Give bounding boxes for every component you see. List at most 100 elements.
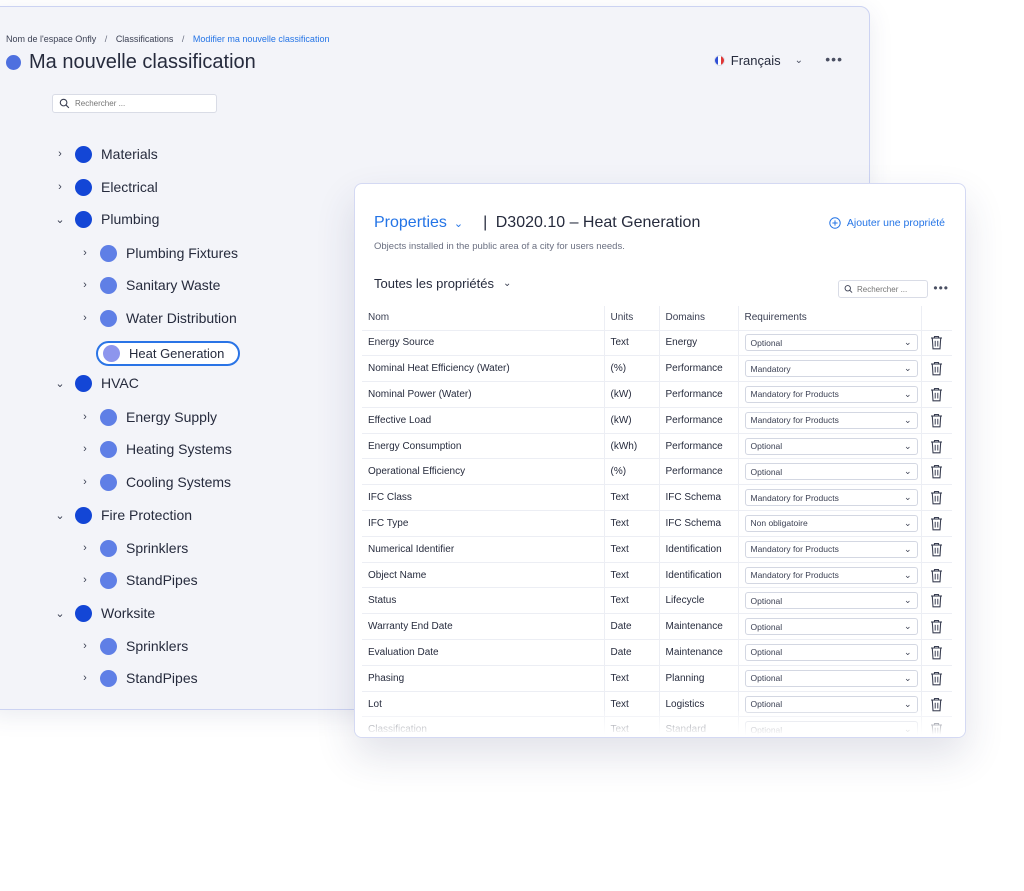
chevron-right-icon[interactable]: › — [80, 640, 90, 652]
properties-dropdown[interactable]: Properties ⌄ — [374, 214, 463, 232]
tree-node-plumbing[interactable]: ⌄ Plumbing — [55, 208, 159, 230]
requirement-select[interactable]: Non obligatoire ⌄ — [744, 514, 918, 532]
requirement-select[interactable]: Optional ⌄ — [744, 643, 918, 661]
trash-icon[interactable] — [930, 671, 943, 686]
tree-node-standpipes[interactable]: › StandPipes — [80, 667, 198, 689]
requirement-select[interactable]: Optional ⌄ — [744, 334, 918, 352]
table-row[interactable]: Energy Consumption (kWh) Performance Option… — [362, 433, 952, 460]
more-options-icon[interactable]: ••• — [825, 51, 843, 67]
table-row[interactable]: Phasing Text Planning Optional ⌄ — [362, 665, 952, 692]
trash-icon[interactable] — [930, 464, 943, 479]
breadcrumb-workspace[interactable]: Nom de l'espace Onfly — [6, 34, 96, 44]
tree-node-heat-generation[interactable]: Heat Generation — [96, 338, 241, 368]
selected-node-pill[interactable]: Heat Generation — [96, 340, 241, 366]
property-domain: Maintenance — [658, 613, 738, 641]
breadcrumb-classifications[interactable]: Classifications — [116, 34, 174, 44]
table-row[interactable]: Status Text Lifecycle Optional ⌄ — [362, 587, 952, 615]
trash-icon[interactable] — [930, 542, 943, 557]
table-row[interactable]: Evaluation Date Date Maintenance Optional ⌄ — [362, 639, 952, 666]
table-row[interactable]: Classification Text Standard Optional ⌄ — [362, 716, 952, 737]
chevron-right-icon[interactable]: › — [55, 148, 65, 160]
requirement-select[interactable]: Mandatory for Products ⌄ — [744, 385, 918, 403]
requirement-select[interactable]: Optional ⌄ — [744, 463, 918, 481]
tree-node-fire-protection[interactable]: ⌄ Fire Protection — [55, 504, 192, 526]
properties-search-input[interactable] — [857, 284, 927, 294]
chevron-right-icon[interactable]: › — [80, 312, 90, 324]
trash-icon[interactable] — [930, 490, 943, 505]
requirement-select[interactable]: Optional ⌄ — [744, 437, 918, 455]
column-header-requirements[interactable]: Requirements — [737, 306, 921, 331]
chevron-right-icon[interactable]: › — [80, 443, 90, 455]
tree-node-sanitary-waste[interactable]: › Sanitary Waste — [80, 274, 220, 296]
tree-node-worksite[interactable]: ⌄ Worksite — [55, 602, 155, 624]
table-row[interactable]: Energy Source Text Energy Optional ⌄ — [362, 330, 952, 357]
table-row[interactable]: Lot Text Logistics Optional ⌄ — [362, 691, 952, 718]
chevron-down-icon[interactable]: ⌄ — [55, 607, 65, 620]
tree-node-energy-supply[interactable]: › Energy Supply — [80, 406, 217, 428]
column-header-domains[interactable]: Domains — [658, 306, 738, 331]
trash-icon[interactable] — [930, 361, 943, 376]
requirement-select[interactable]: Mandatory for Products ⌄ — [744, 540, 918, 558]
table-row[interactable]: IFC Type Text IFC Schema Non obligatoire ⌄ — [362, 510, 952, 537]
chevron-right-icon[interactable]: › — [80, 476, 90, 488]
tree-node-heating-systems[interactable]: › Heating Systems — [80, 438, 232, 460]
more-options-icon[interactable]: ••• — [933, 281, 949, 295]
table-row[interactable]: Effective Load (kW) Performance Mandatory f… — [362, 407, 952, 434]
trash-icon[interactable] — [930, 568, 943, 583]
table-row[interactable]: Operational Efficiency (%) Performance Opti… — [362, 458, 952, 486]
tree-search[interactable] — [52, 94, 217, 113]
requirement-select[interactable]: Optional ⌄ — [744, 695, 918, 713]
table-row[interactable]: Nominal Heat Efficiency (Water) (%) Perfor… — [362, 355, 952, 383]
property-name: Operational Efficiency — [362, 458, 604, 486]
chevron-right-icon[interactable]: › — [55, 181, 65, 193]
trash-icon[interactable] — [930, 387, 943, 402]
chevron-right-icon[interactable]: › — [80, 279, 90, 291]
table-row[interactable]: Object Name Text Identification Mandatory f… — [362, 562, 952, 589]
chevron-right-icon[interactable]: › — [80, 411, 90, 423]
table-row[interactable]: IFC Class Text IFC Schema Mandatory for Pro… — [362, 484, 952, 512]
chevron-right-icon[interactable]: › — [80, 672, 90, 684]
tree-node-electrical[interactable]: › Electrical — [55, 176, 158, 198]
requirement-select[interactable]: Optional ⌄ — [744, 669, 918, 687]
requirement-select[interactable]: Mandatory ⌄ — [744, 360, 918, 378]
table-row[interactable]: Warranty End Date Date Maintenance Optional… — [362, 613, 952, 641]
table-row[interactable]: Nominal Power (Water) (kW) Performance Mand… — [362, 381, 952, 408]
tree-node-water-distribution[interactable]: › Water Distribution — [80, 307, 237, 329]
trash-icon[interactable] — [930, 697, 943, 712]
tree-node-cooling-systems[interactable]: › Cooling Systems — [80, 471, 231, 493]
requirement-select[interactable]: Mandatory for Products ⌄ — [744, 411, 918, 429]
trash-icon[interactable] — [930, 516, 943, 531]
trash-icon[interactable] — [930, 413, 943, 428]
chevron-right-icon[interactable]: › — [80, 574, 90, 586]
tree-node-materials[interactable]: › Materials — [55, 143, 158, 165]
requirement-select[interactable]: Optional ⌄ — [744, 618, 918, 636]
trash-icon[interactable] — [930, 593, 943, 608]
chevron-down-icon[interactable]: ⌄ — [55, 213, 65, 226]
requirement-select[interactable]: Optional ⌄ — [744, 721, 918, 737]
chevron-right-icon[interactable]: › — [80, 542, 90, 554]
tree-node-sprinklers[interactable]: › Sprinklers — [80, 635, 188, 657]
trash-icon[interactable] — [930, 722, 943, 737]
requirement-select[interactable]: Mandatory for Products ⌄ — [744, 566, 918, 584]
column-header-units[interactable]: Units — [603, 306, 659, 331]
tree-node-plumbing-fixtures[interactable]: › Plumbing Fixtures — [80, 242, 238, 264]
trash-icon[interactable] — [930, 645, 943, 660]
trash-icon[interactable] — [930, 335, 943, 350]
tree-node-standpipes[interactable]: › StandPipes — [80, 569, 198, 591]
chevron-right-icon[interactable]: › — [80, 247, 90, 259]
properties-search[interactable] — [838, 280, 928, 298]
requirement-select[interactable]: Optional ⌄ — [744, 592, 918, 610]
chevron-down-icon[interactable]: ⌄ — [55, 377, 65, 390]
tree-search-input[interactable] — [75, 99, 205, 108]
trash-icon[interactable] — [930, 439, 943, 454]
language-selector[interactable]: Français ⌄ — [713, 53, 803, 68]
properties-filter-dropdown[interactable]: Toutes les propriétés ⌄ — [374, 276, 511, 291]
column-header-name[interactable]: Nom — [362, 306, 604, 331]
tree-node-hvac[interactable]: ⌄ HVAC — [55, 372, 139, 394]
tree-node-sprinklers[interactable]: › Sprinklers — [80, 537, 188, 559]
chevron-down-icon[interactable]: ⌄ — [55, 509, 65, 522]
add-property-button[interactable]: Ajouter une propriété — [829, 217, 945, 229]
trash-icon[interactable] — [930, 619, 943, 634]
requirement-select[interactable]: Mandatory for Products ⌄ — [744, 489, 918, 507]
table-row[interactable]: Numerical Identifier Text Identification Ma… — [362, 536, 952, 563]
